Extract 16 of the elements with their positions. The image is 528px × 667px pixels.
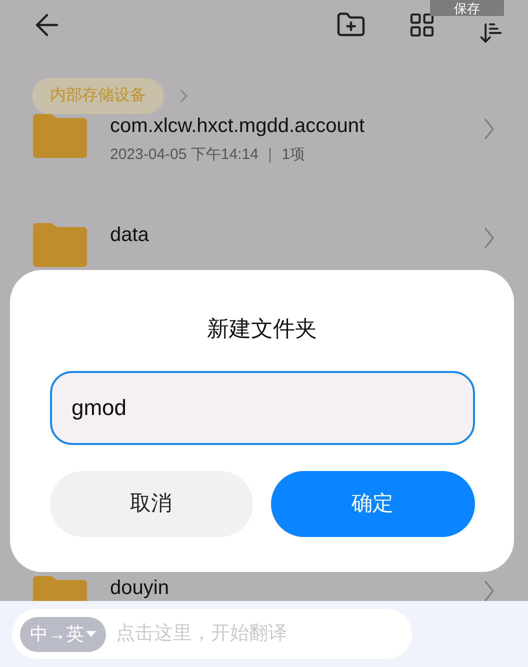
chevron-icon bbox=[484, 227, 494, 249]
folder-icon bbox=[33, 114, 87, 158]
chevron-icon bbox=[484, 580, 494, 602]
file-name[interactable]: douyin bbox=[110, 576, 484, 600]
cancel-button[interactable]: 取消 bbox=[50, 471, 252, 537]
folder-icon bbox=[33, 223, 87, 267]
dropdown-icon bbox=[86, 631, 96, 637]
folder-name-field[interactable]: gmod bbox=[50, 371, 474, 445]
chevron-icon bbox=[484, 118, 494, 140]
grid-view-icon[interactable] bbox=[408, 11, 436, 39]
file-name[interactable]: data bbox=[110, 223, 484, 247]
file-name[interactable]: com.xlcw.hxct.mgdd.account bbox=[110, 114, 484, 138]
confirm-button[interactable]: 确定 bbox=[270, 471, 474, 537]
dialog-title: 新建文件夹 bbox=[207, 315, 317, 343]
folder-icon bbox=[33, 576, 87, 601]
file-meta: 2023-04-05 下午14:14 ｜ 1项 bbox=[110, 145, 306, 165]
